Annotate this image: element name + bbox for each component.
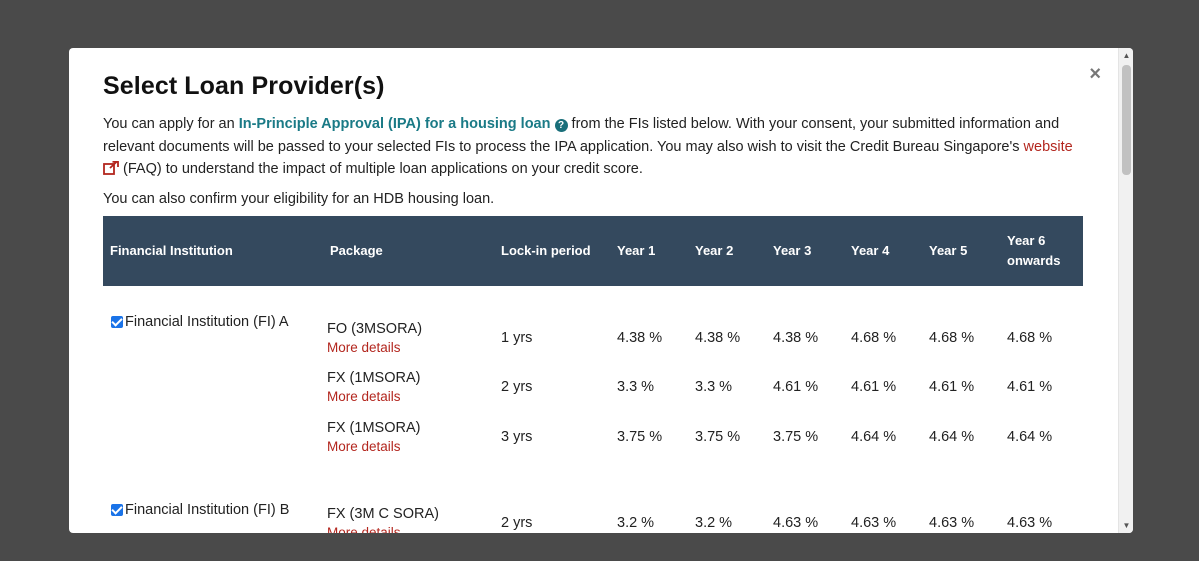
rate-year-1: 3.3 % (617, 379, 655, 395)
table-row: Financial Institution (FI) B FX (3M C SO… (103, 498, 1083, 534)
rate-year-2: 3.2 % (695, 514, 733, 531)
fi-b-name: Financial Institution (FI) B (125, 501, 290, 518)
package-cell: FX (1MSORA) More details (323, 363, 494, 412)
lock-in-value: 3 yrs (501, 428, 533, 445)
rate-year-4: 4.63 % (851, 514, 897, 531)
scroll-up-arrow-icon[interactable]: ▲ (1119, 48, 1133, 63)
header-lock-in: Lock-in period (501, 242, 591, 258)
package-name: FO (3MSORA) (327, 321, 423, 337)
rate-year-3: 4.63 % (773, 514, 819, 531)
fi-a-checkbox-label[interactable]: Financial Institution (FI) A (111, 314, 323, 330)
fi-b-checkbox-label[interactable]: Financial Institution (FI) B (111, 502, 323, 518)
header-year-5: Year 5 (929, 242, 968, 258)
fi-a-name: Financial Institution (FI) A (125, 313, 289, 330)
rate-year-2: 3.75 % (695, 428, 741, 445)
rate-year-5: 4.64 % (929, 428, 975, 445)
header-package: Package (330, 242, 383, 258)
header-year-1: Year 1 (617, 242, 656, 258)
checkbox-checked-icon[interactable] (111, 315, 123, 328)
fi-a-cell: Financial Institution (FI) A (103, 286, 323, 462)
loan-packages-table: Financial Institution Package Lock-in pe… (103, 215, 1083, 534)
header-year-6: Year 6 onwards (1007, 232, 1061, 268)
more-details-link[interactable]: More details (327, 524, 494, 534)
rate-year-5: 4.68 % (929, 330, 975, 346)
package-name: FX (1MSORA) (327, 419, 421, 436)
modal-title: Select Loan Provider(s) (103, 72, 385, 100)
rate-year-5: 4.63 % (929, 514, 975, 531)
rate-year-6: 4.68 % (1007, 330, 1053, 346)
rate-year-4: 4.68 % (851, 330, 897, 346)
lock-in-value: 2 yrs (501, 514, 533, 531)
rate-year-1: 3.75 % (617, 428, 663, 445)
fi-b-cell: Financial Institution (FI) B (103, 498, 323, 534)
rate-year-5: 4.61 % (929, 379, 975, 395)
package-cell: FX (3M C SORA) More details (323, 498, 494, 534)
rate-year-4: 4.64 % (851, 428, 897, 445)
rate-year-6: 4.63 % (1007, 514, 1053, 531)
ipa-link[interactable]: In-Principle Approval (IPA) for a housin… (239, 116, 551, 132)
table-header-row: Financial Institution Package Lock-in pe… (103, 215, 1083, 286)
more-details-link[interactable]: More details (327, 438, 494, 456)
rate-year-2: 4.38 % (695, 330, 741, 346)
header-year-2: Year 2 (695, 242, 734, 258)
rate-year-3: 3.75 % (773, 428, 819, 445)
hdb-eligibility-text: You can also confirm your eligibility fo… (103, 190, 495, 207)
close-icon[interactable]: × (1089, 64, 1101, 84)
rate-year-3: 4.38 % (773, 330, 819, 346)
header-year-3: Year 3 (773, 242, 812, 258)
lock-in-value: 2 yrs (501, 379, 533, 395)
credit-bureau-website-link[interactable]: website (1024, 139, 1073, 155)
more-details-link[interactable]: More details (327, 339, 494, 357)
more-details-link[interactable]: More details (327, 388, 494, 406)
scroll-thumb[interactable] (1122, 65, 1131, 175)
rate-year-3: 4.61 % (773, 379, 819, 395)
table-row: Financial Institution (FI) A FO (3MSORA)… (103, 286, 1083, 363)
lock-in-value: 1 yrs (501, 330, 533, 346)
rate-year-6: 4.64 % (1007, 428, 1053, 445)
header-financial-institution: Financial Institution (110, 242, 233, 258)
rate-year-1: 4.38 % (617, 330, 663, 346)
modal-content: Select Loan Provider(s) You can apply fo… (103, 72, 1083, 533)
checkbox-checked-icon[interactable] (111, 503, 123, 516)
package-name: FX (3M C SORA) (327, 505, 439, 522)
select-loan-provider-modal: × ▲ ▼ Select Loan Provider(s) You can ap… (69, 48, 1133, 533)
rate-year-1: 3.2 % (617, 514, 655, 531)
rate-year-4: 4.61 % (851, 379, 897, 395)
modal-scrollbar[interactable]: ▲ ▼ (1118, 48, 1133, 533)
scroll-down-arrow-icon[interactable]: ▼ (1119, 518, 1133, 533)
package-cell: FO (3MSORA) More details (323, 286, 494, 363)
intro-paragraph: You can apply for an In-Principle Approv… (103, 113, 1083, 183)
package-name: FX (1MSORA) (327, 370, 421, 386)
table-spacer-row (103, 462, 1083, 498)
rate-year-6: 4.61 % (1007, 379, 1053, 395)
package-cell: FX (1MSORA) More details (323, 412, 494, 462)
external-link-icon[interactable] (103, 160, 119, 183)
header-year-4: Year 4 (851, 242, 890, 258)
rate-year-2: 3.3 % (695, 379, 733, 395)
help-circle-icon[interactable]: ? (554, 119, 568, 132)
